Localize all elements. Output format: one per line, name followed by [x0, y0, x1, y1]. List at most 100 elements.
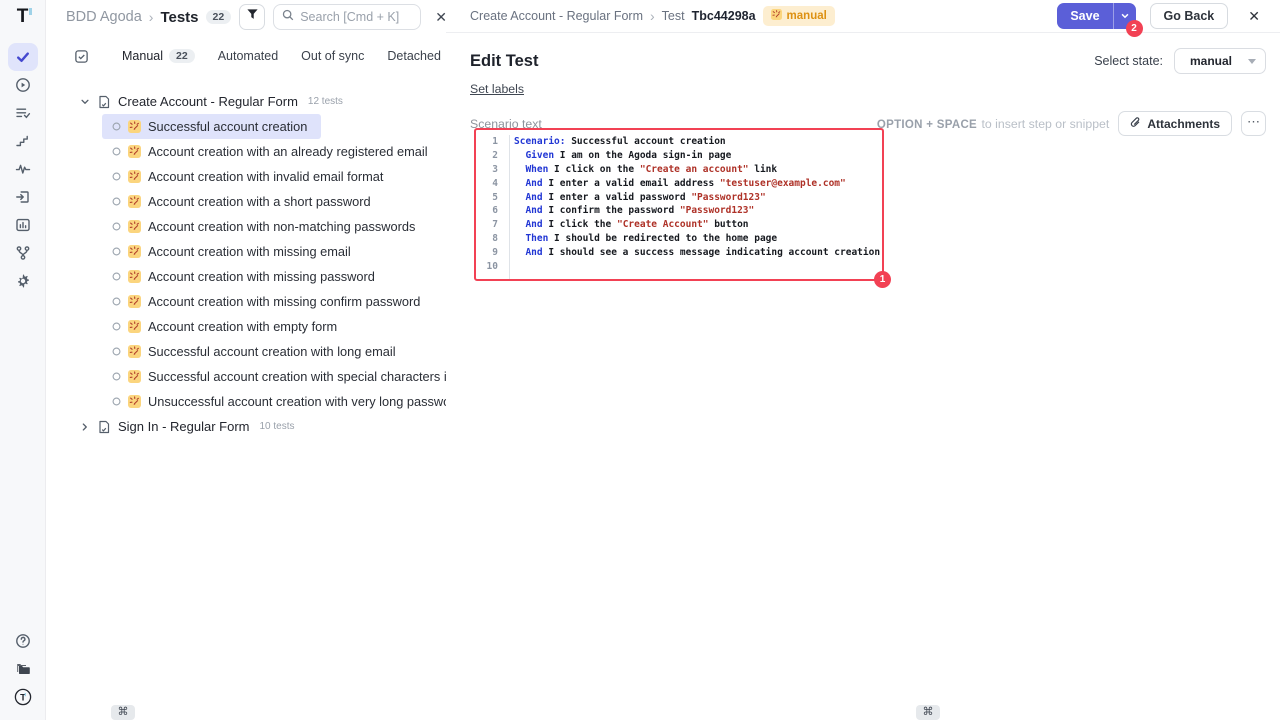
circle-outline-icon[interactable]: [112, 322, 121, 331]
suite-row[interactable]: Sign In - Regular Form 10 tests: [46, 414, 447, 439]
rail-item-settings-gear-icon[interactable]: [8, 267, 38, 295]
circle-outline-icon[interactable]: [112, 397, 121, 406]
test-row[interactable]: Account creation with missing email: [102, 239, 365, 264]
code-line[interactable]: And I enter a valid email address "testu…: [514, 177, 882, 191]
circle-outline-icon[interactable]: [112, 247, 121, 256]
rail-item-run-play-icon[interactable]: [8, 71, 38, 99]
rail-item-checklist-icon[interactable]: [8, 99, 38, 127]
set-labels-link[interactable]: Set labels: [470, 82, 524, 96]
scenario-editor[interactable]: 12345678910 Scenario: Successful account…: [476, 130, 882, 279]
gherkin-text: I am on the Agoda sign-in page: [554, 150, 731, 161]
test-label[interactable]: Account creation with missing email: [148, 244, 351, 259]
test-label[interactable]: Successful account creation with special…: [148, 369, 488, 384]
rail-item-steps-icon[interactable]: [8, 127, 38, 155]
tab-detached[interactable]: Detached: [387, 49, 441, 63]
line-number: 10: [476, 260, 498, 274]
test-row[interactable]: Account creation with non-matching passw…: [102, 214, 429, 239]
rail-item-help-icon[interactable]: [8, 627, 38, 655]
gherkin-keyword: And: [514, 192, 543, 203]
tab-automated[interactable]: Automated: [218, 49, 278, 63]
test-label[interactable]: Successful account creation with long em…: [148, 344, 396, 359]
test-label[interactable]: Account creation with a short password: [148, 194, 371, 209]
suite-label[interactable]: Sign In - Regular Form: [118, 419, 250, 434]
circle-outline-icon[interactable]: [112, 297, 121, 306]
chevron-right-icon[interactable]: [80, 422, 90, 432]
tab-label: Out of sync: [301, 49, 364, 63]
shortcut-hint-text: to insert step or snippet: [981, 117, 1109, 131]
test-row[interactable]: Successful account creation with long em…: [102, 339, 410, 364]
test-row[interactable]: Successful account creation: [102, 114, 321, 139]
suite-row[interactable]: Create Account - Regular Form12 tests: [46, 89, 447, 114]
code-line[interactable]: And I enter a valid password "Password12…: [514, 191, 882, 205]
suite-label[interactable]: Create Account - Regular Form: [118, 94, 298, 109]
editor-code[interactable]: Scenario: Successful account creation Gi…: [510, 135, 882, 279]
test-filter-tabs: Manual22AutomatedOut of syncDetachedStar…: [46, 34, 447, 78]
circle-outline-icon[interactable]: [112, 222, 121, 231]
test-row[interactable]: Successful account creation with special…: [102, 364, 502, 389]
filter-button[interactable]: [239, 4, 265, 30]
test-row[interactable]: Account creation with a short password: [102, 189, 385, 214]
test-label[interactable]: Account creation with non-matching passw…: [148, 219, 415, 234]
code-line[interactable]: And I click the "Create Account" button: [514, 218, 882, 232]
circle-outline-icon[interactable]: [112, 347, 121, 356]
rail-item-analytics-icon[interactable]: [8, 211, 38, 239]
attachments-button[interactable]: Attachments: [1118, 111, 1232, 136]
circle-outline-icon[interactable]: [112, 272, 121, 281]
test-label[interactable]: Account creation with empty form: [148, 319, 337, 334]
save-split-button[interactable]: Save 2: [1057, 3, 1135, 29]
test-label[interactable]: Account creation with invalid email form…: [148, 169, 383, 184]
test-row[interactable]: Account creation with missing password: [102, 264, 389, 289]
editor-hint-cluster: OPTION + SPACE to insert step or snippet…: [877, 111, 1266, 136]
rail-item-projects-icon[interactable]: [8, 655, 38, 683]
code-line[interactable]: Given I am on the Agoda sign-in page: [514, 149, 882, 163]
chevron-down-icon[interactable]: [80, 97, 90, 107]
tests-count-badge: 22: [206, 10, 232, 25]
test-row[interactable]: Account creation with invalid email form…: [102, 164, 397, 189]
circle-outline-icon[interactable]: [112, 147, 121, 156]
gherkin-keyword: Given: [514, 150, 554, 161]
test-label[interactable]: Successful account creation: [148, 119, 307, 134]
test-row[interactable]: Account creation with empty form: [102, 314, 351, 339]
breadcrumb-section[interactable]: Tests: [160, 9, 198, 26]
close-panel-button[interactable]: ✕: [1248, 8, 1260, 25]
rail-item-import-icon[interactable]: [8, 183, 38, 211]
suite-test-count: 10 tests: [260, 421, 295, 432]
code-line[interactable]: [514, 260, 882, 274]
code-line[interactable]: Then I should be redirected to the home …: [514, 232, 882, 246]
code-line[interactable]: And I confirm the password "Password123": [514, 204, 882, 218]
gherkin-string: "Password123": [691, 192, 765, 203]
test-label[interactable]: Account creation with an already registe…: [148, 144, 428, 159]
test-label[interactable]: Unsuccessful account creation with very …: [148, 394, 462, 409]
multi-select-icon[interactable]: [74, 49, 89, 64]
code-line[interactable]: Scenario: Successful account creation: [514, 135, 882, 149]
search-input[interactable]: [300, 10, 412, 24]
state-dropdown[interactable]: manual: [1174, 48, 1266, 74]
app-logo[interactable]: T: [0, 0, 45, 34]
code-line[interactable]: And I should see a success message indic…: [514, 246, 882, 260]
search-box[interactable]: [273, 4, 421, 30]
test-row[interactable]: Account creation with missing confirm pa…: [102, 289, 434, 314]
test-label[interactable]: Account creation with missing confirm pa…: [148, 294, 420, 309]
rail-item-tests-check-icon[interactable]: [8, 43, 38, 71]
test-label[interactable]: Account creation with missing password: [148, 269, 375, 284]
test-row[interactable]: Account creation with an already registe…: [102, 139, 442, 164]
circle-outline-icon[interactable]: [112, 372, 121, 381]
tab-manual[interactable]: Manual22: [122, 49, 195, 64]
gherkin-text: button: [708, 219, 748, 230]
breadcrumb-project[interactable]: BDD Agoda: [66, 9, 142, 25]
rail-item-logo-badge-icon[interactable]: T: [8, 683, 38, 711]
test-breadcrumb-suite[interactable]: Create Account - Regular Form: [470, 9, 643, 23]
more-options-button[interactable]: ⋯: [1241, 111, 1266, 136]
rail-item-branch-icon[interactable]: [8, 239, 38, 267]
tab-label: Automated: [218, 49, 278, 63]
code-line[interactable]: When I click on the "Create an account" …: [514, 163, 882, 177]
circle-outline-icon[interactable]: [112, 197, 121, 206]
circle-outline-icon[interactable]: [112, 122, 121, 131]
circle-outline-icon[interactable]: [112, 172, 121, 181]
test-row[interactable]: Unsuccessful account creation with very …: [102, 389, 476, 414]
rail-item-pulse-icon[interactable]: [8, 155, 38, 183]
go-back-button[interactable]: Go Back: [1150, 3, 1229, 29]
tab-out-of-sync[interactable]: Out of sync: [301, 49, 364, 63]
save-button[interactable]: Save: [1057, 3, 1112, 29]
run-play-icon: [15, 77, 31, 93]
